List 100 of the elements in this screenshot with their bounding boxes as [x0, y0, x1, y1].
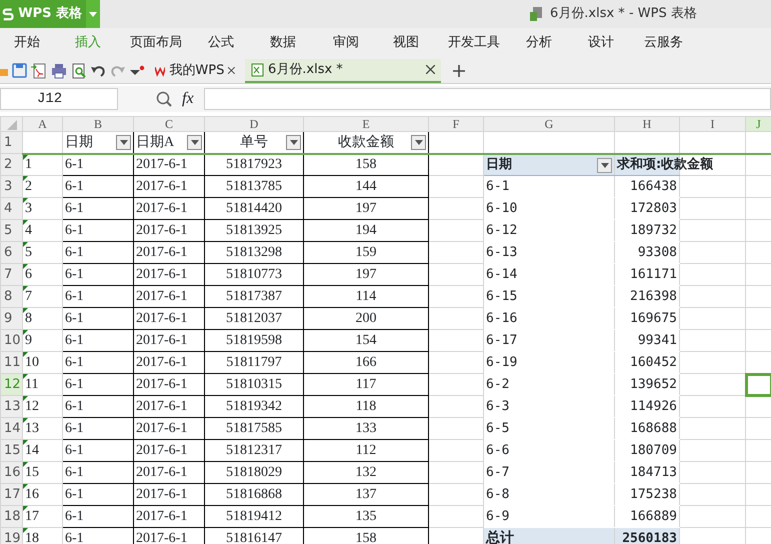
- table-cell: 51810315: [204, 374, 304, 396]
- table-cell: 2017-6-1: [134, 154, 204, 176]
- table-cell: 14: [22, 440, 62, 462]
- table-cell: 6: [22, 264, 62, 286]
- column-header[interactable]: A: [22, 116, 62, 132]
- table-cell: 18: [22, 528, 62, 544]
- table-cell: 12: [22, 396, 62, 418]
- print-preview-icon[interactable]: [71, 62, 87, 78]
- table-cell: 1: [22, 154, 62, 176]
- pivot-cell: 160452: [614, 352, 680, 374]
- function-button[interactable]: fx: [182, 87, 194, 111]
- name-box[interactable]: J12: [0, 88, 118, 110]
- table-cell: 51818029: [204, 462, 304, 484]
- row-header[interactable]: 16: [0, 462, 22, 484]
- filter-button[interactable]: [116, 135, 131, 150]
- menu-tab[interactable]: 云服务: [644, 35, 704, 51]
- menu-tab[interactable]: 数据: [270, 35, 333, 51]
- pivot-cell: 6-1: [484, 176, 614, 198]
- row-header[interactable]: 12: [0, 374, 22, 396]
- filter-button[interactable]: [187, 135, 202, 150]
- print-icon[interactable]: [51, 62, 67, 78]
- pivot-cell: 93308: [614, 242, 680, 264]
- row-header[interactable]: 6: [0, 242, 22, 264]
- column-title: 日期A: [136, 134, 174, 150]
- caret-icon: [89, 12, 97, 16]
- column-title: 单号: [239, 134, 269, 152]
- menu-tab[interactable]: 审阅: [333, 35, 393, 51]
- menu-tab[interactable]: 公式: [208, 35, 270, 51]
- table-cell: 2017-6-1: [134, 220, 204, 242]
- pivot-cell: 189732: [614, 220, 680, 242]
- row-header[interactable]: 13: [0, 396, 22, 418]
- pivot-total-cell: 总计: [484, 528, 614, 544]
- dropdown-icon[interactable]: [129, 64, 145, 76]
- column-header[interactable]: C: [134, 116, 204, 132]
- table-cell: 2017-6-1: [134, 286, 204, 308]
- table-cell: 2017-6-1: [134, 352, 204, 374]
- row-header[interactable]: 5: [0, 220, 22, 242]
- row-header[interactable]: 9: [0, 308, 22, 330]
- table-cell: 4: [22, 220, 62, 242]
- table-cell: 2017-6-1: [134, 396, 204, 418]
- document-tab[interactable]: 我的WPS: [149, 58, 241, 82]
- row-header[interactable]: 8: [0, 286, 22, 308]
- row-header[interactable]: 14: [0, 418, 22, 440]
- column-header[interactable]: F: [428, 116, 484, 132]
- menu-tab[interactable]: 分析: [526, 35, 588, 51]
- column-header[interactable]: H: [614, 116, 680, 132]
- row-header[interactable]: 1: [0, 132, 22, 154]
- active-cell[interactable]: [746, 374, 771, 396]
- filter-button[interactable]: [411, 135, 426, 150]
- new-tab-icon[interactable]: [453, 64, 465, 76]
- pivot-cell: 6-13: [484, 242, 614, 264]
- close-icon[interactable]: [426, 65, 435, 74]
- menu-tab[interactable]: 页面布局: [130, 35, 208, 51]
- column-header[interactable]: I: [680, 116, 746, 132]
- close-icon[interactable]: [228, 66, 235, 75]
- save-icon[interactable]: [12, 63, 27, 78]
- table-cell: 137: [304, 484, 428, 506]
- pdf-export-icon[interactable]: [31, 62, 47, 78]
- undo-icon[interactable]: [91, 64, 106, 78]
- table-cell: 3: [22, 198, 62, 220]
- table-cell: 51814420: [204, 198, 304, 220]
- zoom-icon[interactable]: [156, 91, 172, 107]
- caret-icon: [414, 140, 422, 145]
- table-cell: 5: [22, 242, 62, 264]
- document-tab[interactable]: 6月份.xlsx *: [245, 58, 441, 82]
- menu-tab[interactable]: 开发工具: [448, 35, 526, 51]
- table-cell: 135: [304, 506, 428, 528]
- menu-tab[interactable]: 视图: [393, 35, 448, 51]
- column-header[interactable]: B: [62, 116, 134, 132]
- row-header[interactable]: 18: [0, 506, 22, 528]
- column-title: 收款金额: [337, 133, 395, 152]
- row-header[interactable]: 15: [0, 440, 22, 462]
- table-cell: 9: [22, 330, 62, 352]
- row-header[interactable]: 4: [0, 198, 22, 220]
- table-cell: 6-1: [62, 528, 134, 544]
- filter-button[interactable]: [597, 158, 612, 172]
- row-header[interactable]: 3: [0, 176, 22, 198]
- row-header[interactable]: 11: [0, 352, 22, 374]
- table-cell: 51812317: [204, 440, 304, 462]
- table-cell: 6-1: [62, 330, 134, 352]
- formula-input[interactable]: [204, 88, 771, 110]
- table-cell: 6-1: [62, 462, 134, 484]
- menu-tab[interactable]: 开始: [14, 35, 75, 51]
- window-title: 6月份.xlsx * - WPS 表格: [550, 5, 697, 24]
- menu-tab[interactable]: 设计: [588, 35, 644, 51]
- row-header[interactable]: 7: [0, 264, 22, 286]
- column-header[interactable]: G: [484, 116, 614, 132]
- row-header[interactable]: 19: [0, 528, 22, 544]
- row-header[interactable]: 17: [0, 484, 22, 506]
- filter-button[interactable]: [286, 135, 301, 150]
- column-header[interactable]: J: [746, 116, 771, 132]
- table-cell: 10: [22, 352, 62, 374]
- column-header[interactable]: D: [204, 116, 304, 132]
- column-header[interactable]: E: [304, 116, 428, 132]
- row-header[interactable]: 10: [0, 330, 22, 352]
- table-cell: 51810773: [204, 264, 304, 286]
- table-cell: 2017-6-1: [134, 264, 204, 286]
- row-header[interactable]: 2: [0, 154, 22, 176]
- table-cell: 51819342: [204, 396, 304, 418]
- document-icon: [530, 7, 542, 21]
